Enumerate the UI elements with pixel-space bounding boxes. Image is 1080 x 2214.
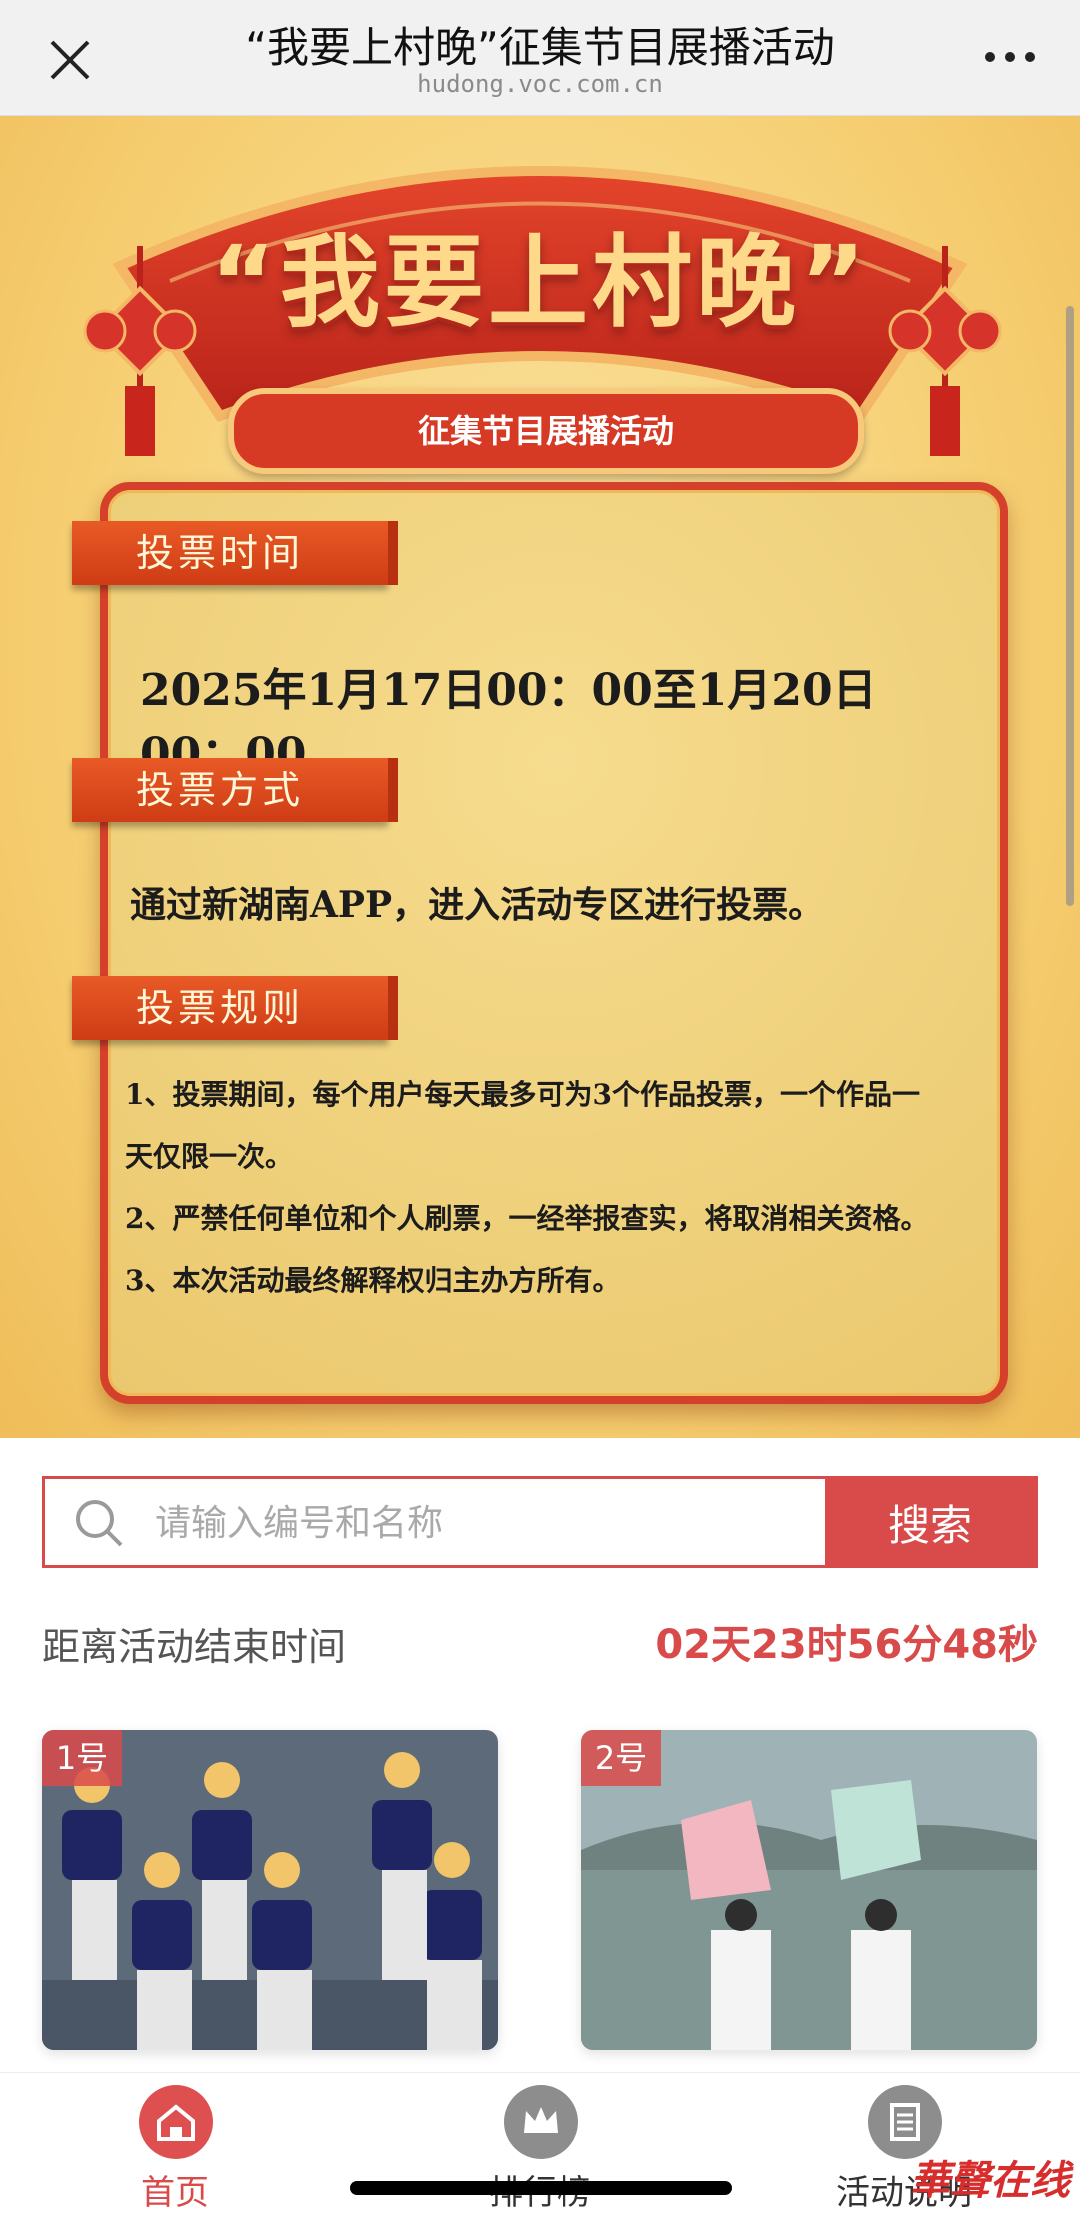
- countdown-value: 02天23时56分48秒: [655, 1622, 1038, 1668]
- more-options-icon[interactable]: [980, 42, 1040, 72]
- search-input[interactable]: [153, 1479, 857, 1567]
- section-tag-vote-method: 投票方式: [72, 758, 398, 822]
- home-indicator[interactable]: [350, 2181, 732, 2195]
- rule-line: 1、投票期间，每个用户每天最多可为3个作品投票，一个作品一: [125, 1078, 920, 1111]
- event-banner: “我要上村晚” 征集节目展播活动 投票时间 2025年1月17日00：00至1月…: [0, 116, 1080, 1438]
- search-icon: [76, 1500, 123, 1547]
- watermark-logo: 華聲在线: [910, 2157, 1070, 2204]
- rule-line: 3、本次活动最终解释权归主办方所有。: [125, 1264, 621, 1297]
- page-title: “我要上村晚”征集节目展播活动: [245, 23, 835, 72]
- close-icon[interactable]: [44, 34, 96, 86]
- work-number-badge: 2号: [581, 1730, 661, 1786]
- section-tag-vote-time: 投票时间: [72, 521, 398, 585]
- page-url: hudong.voc.com.cn: [417, 70, 663, 98]
- work-number-badge: 1号: [42, 1730, 122, 1786]
- tab-home[interactable]: 首页: [25, 2073, 325, 2213]
- crown-icon: [504, 2085, 578, 2159]
- search-bar: 搜索: [42, 1476, 1038, 1568]
- top-navigation-bar: “我要上村晚”征集节目展播活动 hudong.voc.com.cn: [0, 0, 1080, 116]
- work-card[interactable]: 2号: [581, 1730, 1037, 2050]
- home-icon: [139, 2085, 213, 2159]
- tab-label: 首页: [141, 2173, 209, 2213]
- scrollbar[interactable]: [1066, 306, 1074, 906]
- countdown-label: 距离活动结束时间: [42, 1625, 347, 1669]
- vote-method-value: 通过新湖南APP，进入活动专区进行投票。: [130, 884, 825, 926]
- section-tag-vote-rules: 投票规则: [72, 976, 398, 1040]
- rule-line: 2、严禁任何单位和个人刷票，一经举报查实，将取消相关资格。: [125, 1202, 929, 1235]
- search-button[interactable]: 搜索: [825, 1479, 1035, 1565]
- banner-main-title: “我要上村晚”: [210, 224, 870, 341]
- rule-line: 天仅限一次。: [125, 1140, 294, 1173]
- banner-sub-title: 征集节目展播活动: [228, 388, 864, 474]
- work-card[interactable]: 1号: [42, 1730, 498, 2050]
